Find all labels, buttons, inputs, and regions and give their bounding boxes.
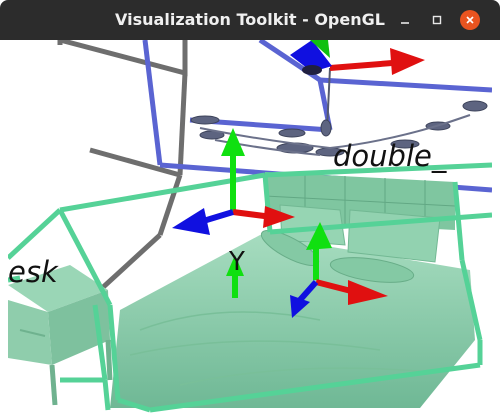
close-icon (466, 16, 474, 24)
maximize-button[interactable] (427, 10, 447, 30)
title-bar[interactable]: Visualization Toolkit - OpenGL (0, 0, 500, 40)
scene-canvas[interactable]: double_ lesk Y (8, 40, 492, 415)
label-double: double_ (333, 139, 447, 173)
render-viewport[interactable]: double_ lesk Y (8, 40, 492, 415)
window-title: Visualization Toolkit - OpenGL (115, 10, 385, 29)
maximize-icon (432, 15, 442, 25)
label-axis-y: Y (228, 247, 245, 277)
label-desk: lesk (8, 255, 59, 289)
vtk-window: Visualization Toolkit - OpenGL double_ e… (0, 0, 500, 415)
minimize-button[interactable] (395, 10, 415, 30)
close-button[interactable] (460, 10, 480, 30)
minimize-icon (401, 22, 409, 24)
axes-widget-top (290, 40, 425, 75)
